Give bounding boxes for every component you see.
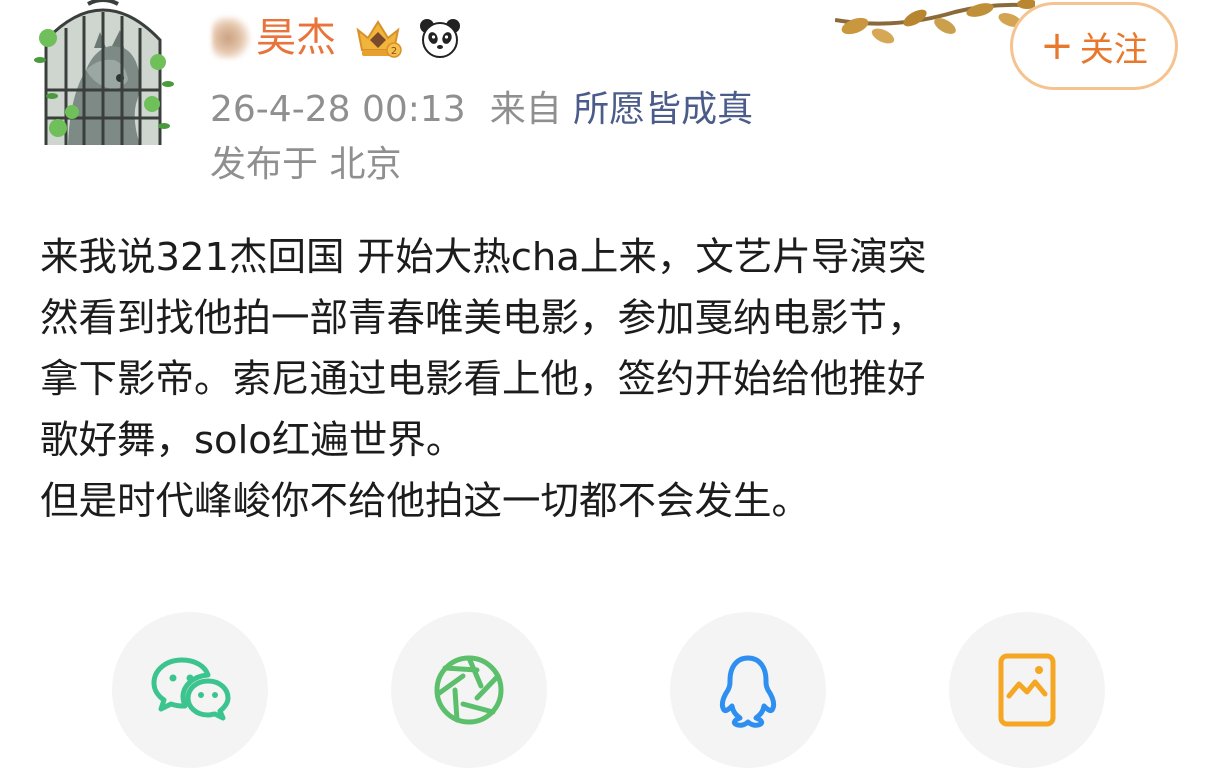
- follow-button[interactable]: + 关注: [1010, 2, 1178, 90]
- share-row: [112, 612, 1112, 772]
- vip-crown-badge-icon: 2: [356, 20, 402, 58]
- post-content: 来我说321杰回国 开始大热cha上来，文艺片导演突 然看到找他拍一部青春唯美电…: [40, 227, 1190, 532]
- post-text-line: 拿下影帝。索尼通过电影看上他，签约开始给他推好: [40, 357, 926, 402]
- post-text-line: 歌好舞，solo红遍世界。: [40, 418, 465, 463]
- decorative-branch: [835, 0, 1035, 46]
- username[interactable]: 昊杰: [256, 12, 336, 64]
- post-meta: 26-4-28 00:13 来自 所愿皆成真: [210, 86, 753, 134]
- follow-label: 关注: [1079, 29, 1148, 70]
- blurred-name-prefix: [212, 17, 252, 59]
- share-image-button[interactable]: [949, 612, 1105, 768]
- post-text-line: 但是时代峰峻你不给他拍这一切都不会发生。: [40, 479, 811, 524]
- share-qq-button[interactable]: [670, 612, 826, 768]
- image-share-icon: [998, 653, 1056, 727]
- share-moments-button[interactable]: [391, 612, 547, 768]
- qq-icon: [719, 655, 777, 728]
- post-text-line: 然看到找他拍一部青春唯美电影，参加戛纳电影节，: [40, 296, 926, 341]
- plus-icon: +: [1040, 23, 1074, 69]
- post-datetime: 26-4-28 00:13: [210, 89, 466, 130]
- source-prefix: 来自: [489, 89, 562, 130]
- user-avatar[interactable]: [28, 0, 178, 145]
- share-wechat-button[interactable]: [112, 612, 268, 768]
- panda-icon: [420, 19, 460, 58]
- post-text-line: 来我说321杰回国 开始大热cha上来，文艺片导演突: [40, 235, 927, 280]
- svg-text:2: 2: [391, 46, 397, 57]
- post-location: 发布于 北京: [210, 144, 402, 185]
- moments-icon: [434, 655, 504, 725]
- avatar-image: [28, 0, 178, 145]
- source-link[interactable]: 所愿皆成真: [573, 89, 753, 130]
- username-row[interactable]: 昊杰 2: [212, 12, 462, 64]
- wechat-icon: [151, 657, 231, 721]
